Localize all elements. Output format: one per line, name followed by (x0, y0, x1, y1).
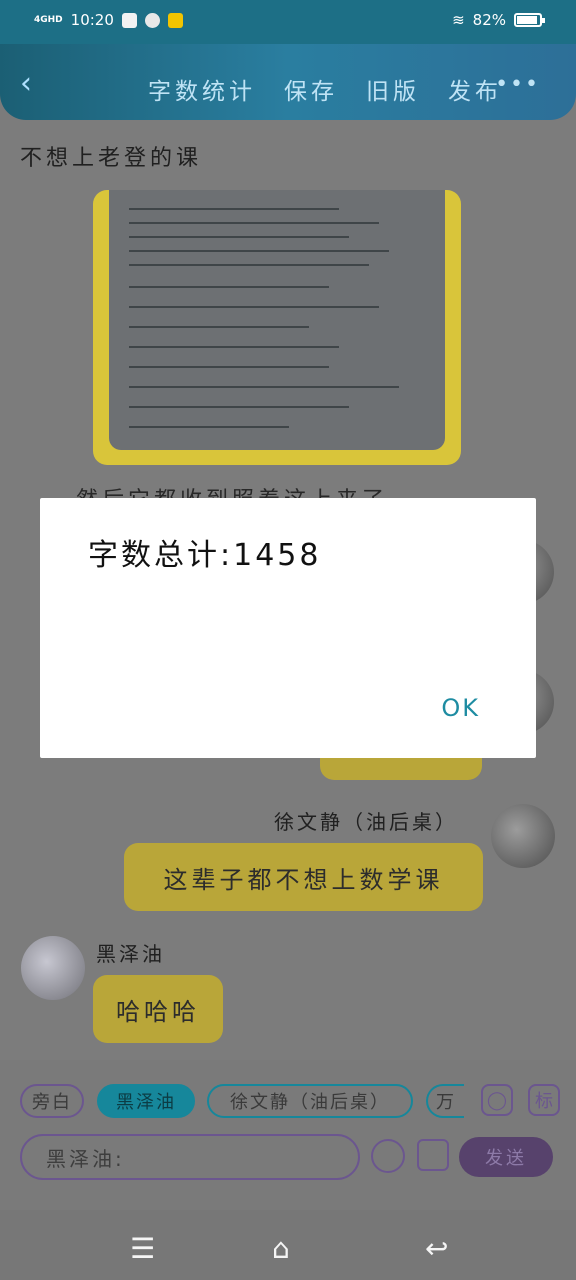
play-icon (144, 12, 160, 28)
role-chip-xuwenjing[interactable]: 徐文静（油后桌） (207, 1084, 413, 1118)
message-bubble: 这辈子都不想上数学课 (124, 843, 483, 911)
ok-button[interactable]: OK (441, 694, 480, 722)
dialog-message: 字数总计:1458 (88, 538, 322, 573)
more-options-icon[interactable]: ••• (495, 72, 540, 97)
back-nav-icon[interactable]: ↩ (425, 1232, 448, 1265)
send-button[interactable]: 发送 (459, 1137, 553, 1177)
image-icon[interactable] (417, 1139, 449, 1171)
message-bubble: 哈哈哈 (93, 975, 223, 1043)
avatar[interactable] (21, 936, 85, 1000)
menu-icon[interactable]: ☰ (130, 1232, 155, 1265)
person-icon[interactable]: ◯ (481, 1084, 513, 1116)
status-time: 10:20 (70, 11, 114, 29)
header-nav: 字数统计 保存 旧版 发布 (148, 72, 502, 106)
message-input[interactable]: 黑泽油: (20, 1134, 360, 1180)
status-bar: 4GHD 10:20 ≋ 82% (0, 0, 576, 44)
system-navbar: ☰ ⌂ ↩ (0, 1210, 576, 1280)
publish-button[interactable]: 发布 (448, 72, 502, 106)
narration-text: 不想上老登的课 (20, 146, 203, 171)
photo (109, 190, 445, 450)
notification-icon (121, 12, 137, 28)
sender-name: 黑泽油 (96, 942, 165, 966)
wifi-icon: ≋ (452, 11, 465, 29)
role-chip-heizeyou[interactable]: 黑泽油 (97, 1084, 195, 1118)
app-header: ‹ 字数统计 保存 旧版 发布 ••• (0, 44, 576, 120)
word-count-dialog: 字数总计:1458 OK (40, 498, 536, 758)
app-icon (167, 12, 183, 28)
avatar[interactable] (491, 804, 555, 868)
image-message[interactable] (93, 190, 461, 465)
battery-icon (514, 13, 545, 27)
tag-button[interactable]: 标 (528, 1084, 560, 1116)
old-version-button[interactable]: 旧版 (366, 72, 420, 106)
signal-indicator: 4GHD (34, 14, 63, 25)
sender-name: 徐文静（油后桌） (274, 810, 458, 834)
home-icon[interactable]: ⌂ (272, 1232, 290, 1265)
emoji-icon[interactable] (371, 1139, 405, 1173)
battery-percent: 82% (472, 11, 506, 29)
role-chip-narrator[interactable]: 旁白 (20, 1084, 84, 1118)
input-panel: 旁白 黑泽油 徐文静（油后桌） 万 ◯ 标 黑泽油: 发送 (0, 1060, 576, 1210)
role-chip-partial[interactable]: 万 (426, 1084, 464, 1118)
save-button[interactable]: 保存 (284, 72, 338, 106)
word-count-button[interactable]: 字数统计 (148, 72, 256, 106)
back-icon[interactable]: ‹ (20, 66, 32, 101)
